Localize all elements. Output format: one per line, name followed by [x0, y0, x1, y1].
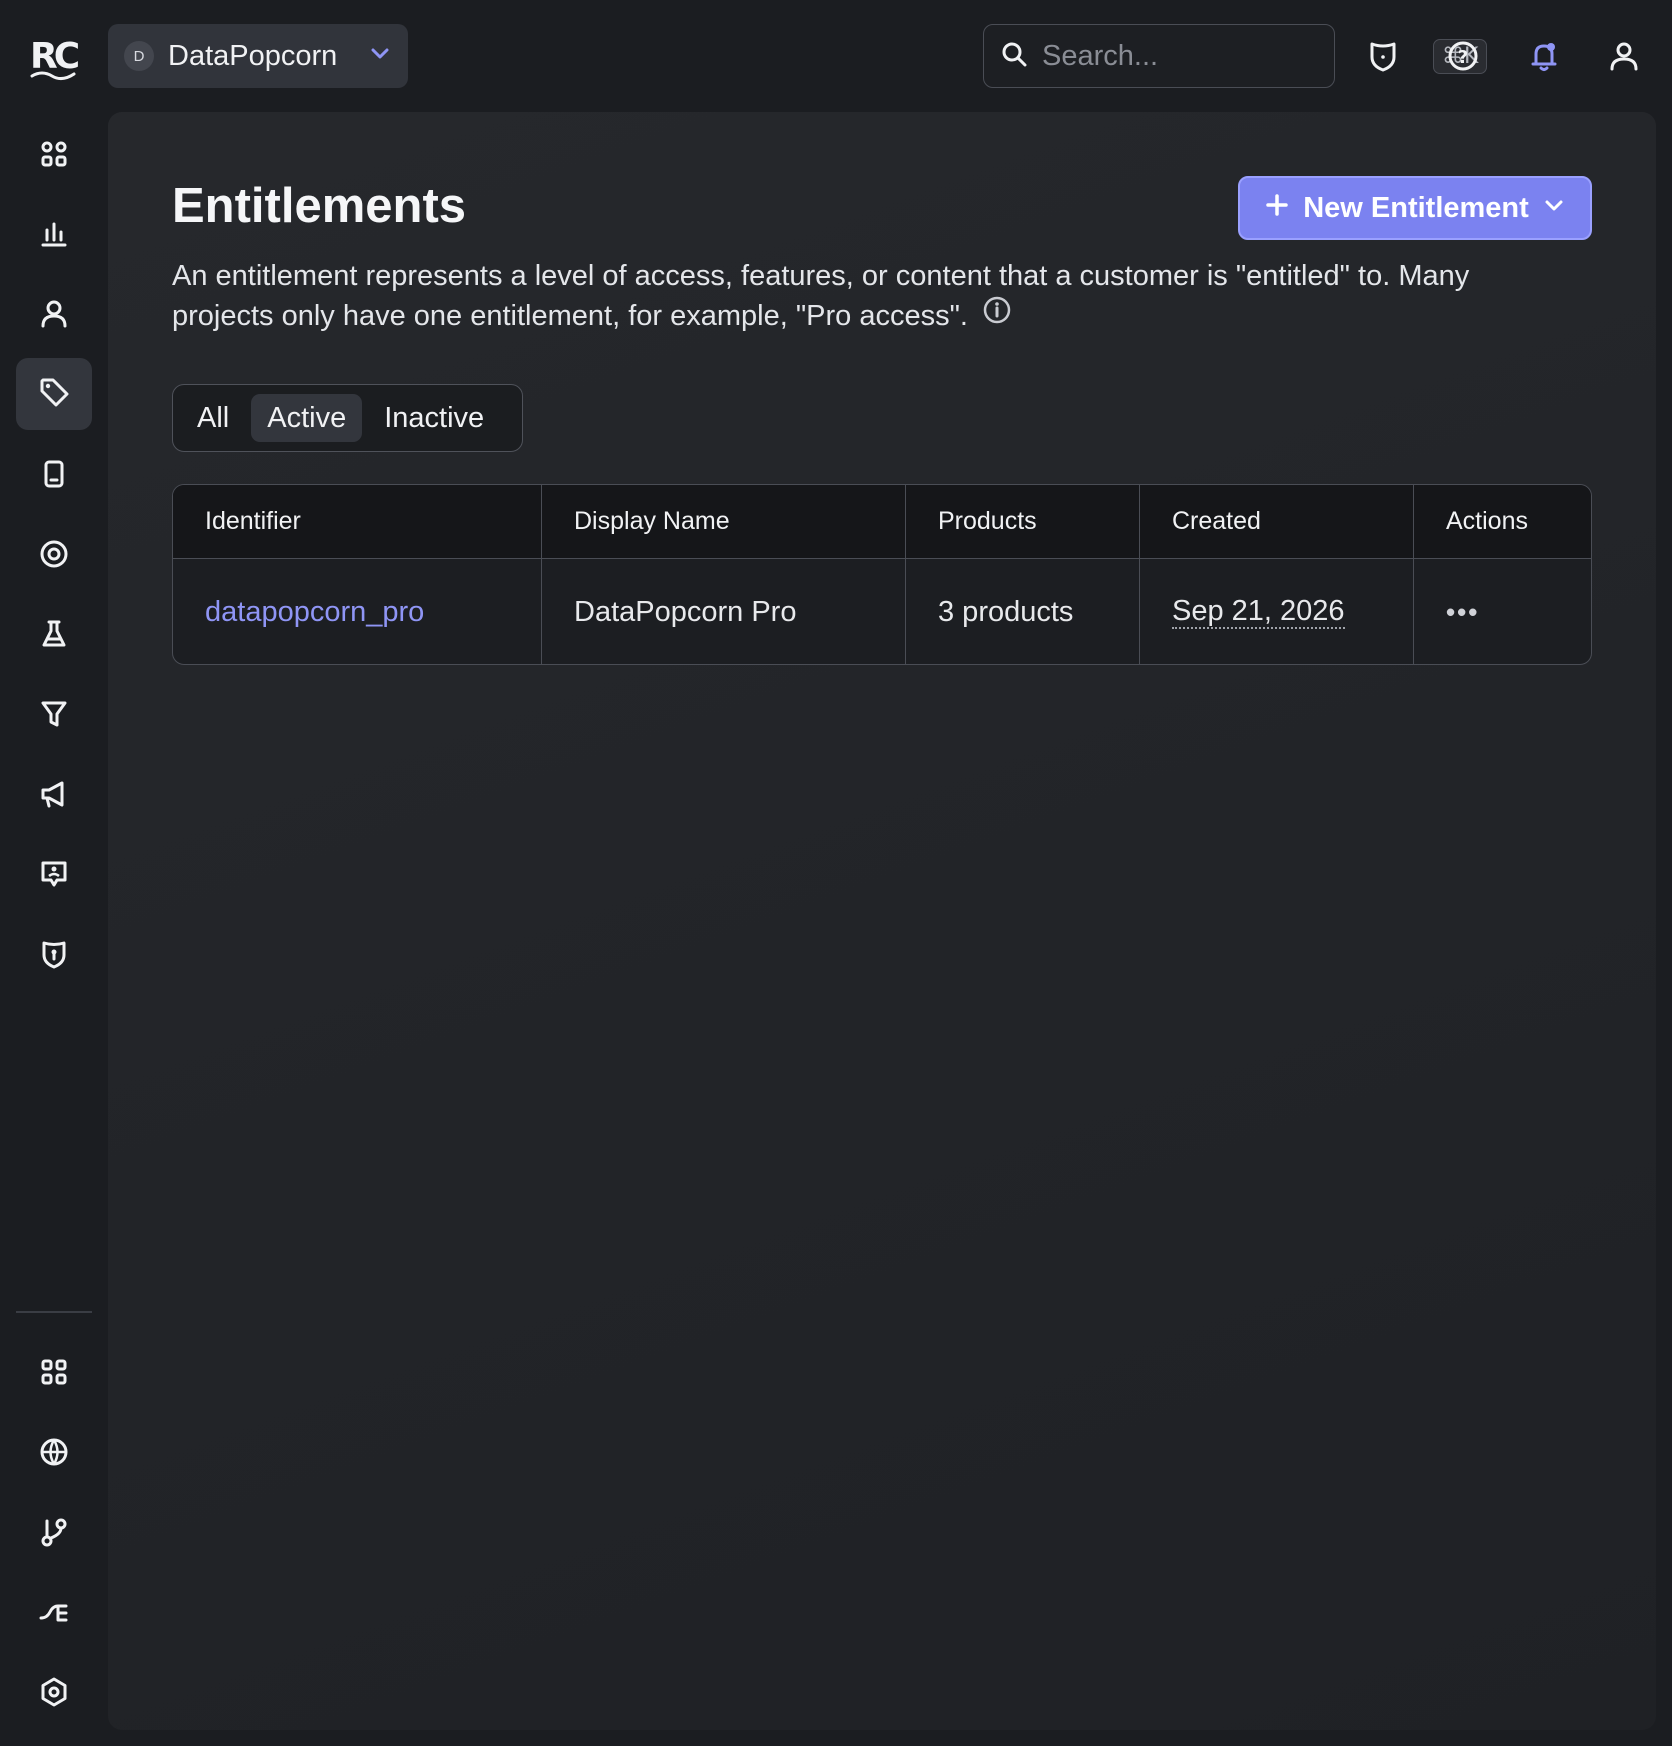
svg-text:?: ?	[1458, 47, 1468, 68]
bar-chart-icon	[38, 218, 70, 255]
flask-icon	[38, 618, 70, 655]
sidebar-item-paywalls[interactable]	[16, 440, 92, 512]
target-icon	[38, 538, 70, 575]
created-date: Sep 21, 2026	[1172, 595, 1345, 629]
sidebar-item-product-catalog[interactable]	[16, 358, 92, 430]
sidebar-item-charts[interactable]	[16, 200, 92, 272]
cell-created: Sep 21, 2026	[1140, 559, 1414, 664]
table-header: Identifier Display Name Products Created…	[173, 485, 1591, 559]
sidebar-divider	[16, 1311, 92, 1313]
settings-hexagon-icon	[38, 1676, 70, 1713]
new-entitlement-button[interactable]: New Entitlement	[1238, 176, 1592, 240]
user-icon[interactable]	[1604, 36, 1644, 76]
project-name: DataPopcorn	[168, 39, 338, 72]
page-description: An entitlement represents a level of acc…	[172, 256, 1572, 338]
cell-display-name: DataPopcorn Pro	[542, 559, 906, 664]
notification-bell-icon[interactable]	[1524, 36, 1564, 76]
filter-icon	[38, 698, 70, 735]
sidebar-item-funnels[interactable]	[16, 680, 92, 752]
megaphone-icon	[38, 778, 70, 815]
sidebar-item-customer-center[interactable]	[16, 840, 92, 912]
page-title: Entitlements	[172, 179, 467, 233]
revenuecat-logo[interactable]: RC	[28, 34, 83, 82]
entitlement-identifier-link[interactable]: datapopcorn_pro	[205, 596, 424, 629]
app-root: RC D DataPopcorn ⌘K ?	[0, 0, 1672, 1746]
column-header-actions: Actions	[1446, 507, 1528, 535]
row-actions-menu-button[interactable]: •••	[1446, 597, 1479, 628]
sidebar-item-campaigns[interactable]	[16, 760, 92, 832]
sidebar-item-experiments[interactable]	[16, 600, 92, 672]
sidebar-item-security[interactable]	[16, 920, 92, 992]
cell-products: 3 products	[906, 559, 1140, 664]
shield-icon[interactable]	[1363, 36, 1403, 76]
sidebar-item-targeting[interactable]	[16, 520, 92, 592]
mobile-icon	[38, 458, 70, 495]
sidebar-item-flows[interactable]	[16, 1498, 92, 1570]
svg-text:RC: RC	[30, 36, 79, 77]
sidebar-item-webhooks[interactable]	[16, 1578, 92, 1650]
sidebar-item-apps[interactable]	[16, 1338, 92, 1410]
grid-dots-icon	[38, 138, 70, 175]
plus-icon	[1265, 192, 1289, 225]
search-icon	[1000, 40, 1028, 73]
sidebar-item-integrations[interactable]	[16, 1418, 92, 1490]
description-text: An entitlement represents a level of acc…	[172, 260, 1470, 332]
chevron-down-icon	[368, 42, 392, 71]
main-content: Entitlements New Entitlement An entitlem…	[108, 112, 1656, 1730]
column-header-created[interactable]: Created	[1140, 485, 1414, 558]
search-box[interactable]: ⌘K	[983, 24, 1488, 88]
info-icon[interactable]	[982, 295, 1012, 336]
help-icon[interactable]: ?	[1443, 36, 1483, 76]
new-entitlement-label: New Entitlement	[1303, 191, 1529, 224]
filter-active[interactable]: Active	[251, 394, 363, 442]
column-header-products[interactable]: Products	[906, 485, 1140, 558]
globe-icon	[38, 1436, 70, 1473]
column-header-display-name[interactable]: Display Name	[542, 485, 906, 558]
filter-all[interactable]: All	[181, 394, 245, 442]
sidebar-item-customers[interactable]	[16, 280, 92, 352]
branch-icon	[38, 1516, 70, 1553]
project-avatar: D	[124, 41, 154, 71]
shield-lock-icon	[38, 938, 70, 975]
cell-identifier: datapopcorn_pro	[173, 559, 542, 664]
support-chat-icon	[38, 858, 70, 895]
column-header-identifier[interactable]: Identifier	[173, 485, 542, 558]
entitlements-table: Identifier Display Name Products Created…	[172, 484, 1592, 665]
chevron-down-icon	[1543, 192, 1565, 225]
plug-icon	[38, 1596, 70, 1633]
apps-grid-icon	[38, 1356, 70, 1393]
tag-icon	[38, 376, 70, 413]
filter-inactive[interactable]: Inactive	[368, 394, 500, 442]
table-row[interactable]: datapopcorn_pro DataPopcorn Pro 3 produc…	[173, 559, 1591, 664]
status-filter-group: All Active Inactive	[172, 384, 523, 452]
project-switcher[interactable]: D DataPopcorn	[108, 24, 408, 88]
sidebar-item-overview[interactable]	[16, 120, 92, 192]
person-icon	[38, 298, 70, 335]
cell-actions: •••	[1414, 559, 1591, 664]
sidebar-item-settings[interactable]	[16, 1658, 92, 1730]
